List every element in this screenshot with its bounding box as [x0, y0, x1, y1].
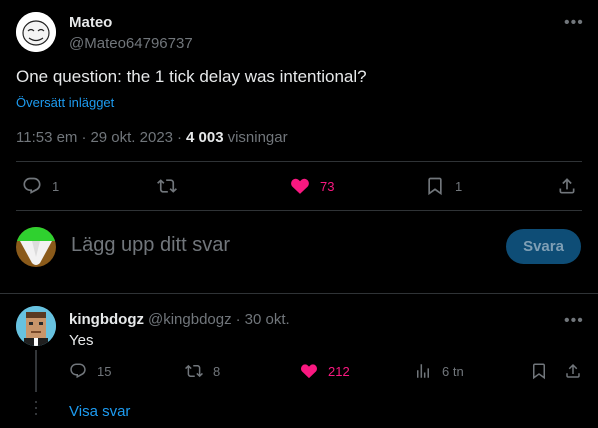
meta-separator: · — [177, 129, 183, 146]
views-label: visningar — [227, 129, 288, 146]
user-avatar[interactable] — [16, 227, 56, 267]
reply-views-count: 6 tn — [442, 363, 464, 379]
bookmark-icon — [533, 363, 545, 380]
heart-icon — [291, 178, 309, 194]
share-icon — [559, 178, 575, 194]
reply-action[interactable]: 1 — [22, 176, 59, 196]
reply-like-count: 212 — [328, 363, 350, 379]
reply-author-avatar[interactable] — [16, 306, 56, 346]
reply-reply-action[interactable]: 15 — [69, 362, 111, 380]
author-name[interactable]: Mateo — [69, 14, 112, 31]
reply-views-action[interactable]: 6 tn — [414, 362, 464, 380]
tweet-text: One question: the 1 tick delay was inten… — [16, 67, 367, 86]
reply-count: 1 — [52, 178, 60, 194]
reply-date[interactable]: 30 okt. — [245, 311, 290, 328]
reply-submit-button[interactable]: Svara — [506, 229, 581, 264]
reply-retweet-count: 8 — [213, 363, 221, 379]
more-options-icon[interactable]: ••• — [564, 313, 584, 329]
thread-dots — [35, 401, 37, 417]
bookmark-action[interactable]: 1 — [425, 176, 462, 196]
reply-reply-count: 15 — [97, 363, 112, 379]
reply-icon — [70, 363, 86, 379]
bookmark-count: 1 — [455, 178, 463, 194]
author-avatar[interactable] — [16, 12, 56, 52]
views-count: 4 003 — [186, 129, 224, 146]
thread-line — [35, 350, 37, 392]
reply-bookmark-action[interactable] — [530, 362, 548, 380]
tweet-date[interactable]: 29 okt. 2023 — [90, 129, 173, 146]
tweet-meta: 11:53 em · 29 okt. 2023 · 4 003 visninga… — [16, 129, 288, 146]
author-handle[interactable]: @Mateo64796737 — [69, 35, 193, 52]
heart-icon — [301, 364, 317, 379]
meta-separator: · — [81, 129, 87, 146]
reply-icon — [23, 177, 41, 194]
reply-input[interactable]: Lägg upp ditt svar — [71, 234, 230, 257]
like-action[interactable]: 73 — [290, 176, 334, 196]
reply-author-handle[interactable]: @kingbdogz — [148, 311, 232, 328]
share-action[interactable] — [557, 176, 577, 196]
retweet-icon — [157, 179, 177, 193]
divider — [0, 293, 598, 294]
meta-separator: · — [235, 311, 241, 328]
reply-text: Yes — [69, 332, 94, 349]
divider — [16, 210, 582, 211]
retweet-action[interactable] — [157, 176, 187, 196]
reply-share-action[interactable] — [564, 362, 582, 380]
tweet-time[interactable]: 11:53 em — [16, 129, 77, 146]
reply-retweet-action[interactable]: 8 — [185, 362, 220, 380]
reply-header: kingbdogz @kingbdogz · 30 okt. — [69, 311, 290, 328]
translate-link[interactable]: Översätt inlägget — [16, 95, 114, 110]
reply-author-name[interactable]: kingbdogz — [69, 311, 144, 328]
retweet-icon — [185, 364, 203, 378]
share-icon — [566, 363, 580, 378]
bookmark-icon — [428, 177, 442, 196]
like-count: 73 — [320, 178, 335, 194]
analytics-icon — [417, 364, 429, 378]
divider — [16, 161, 582, 162]
show-replies-link[interactable]: Visa svar — [69, 403, 130, 420]
more-options-icon[interactable]: ••• — [564, 15, 584, 31]
reply-like-action[interactable]: 212 — [300, 362, 350, 380]
